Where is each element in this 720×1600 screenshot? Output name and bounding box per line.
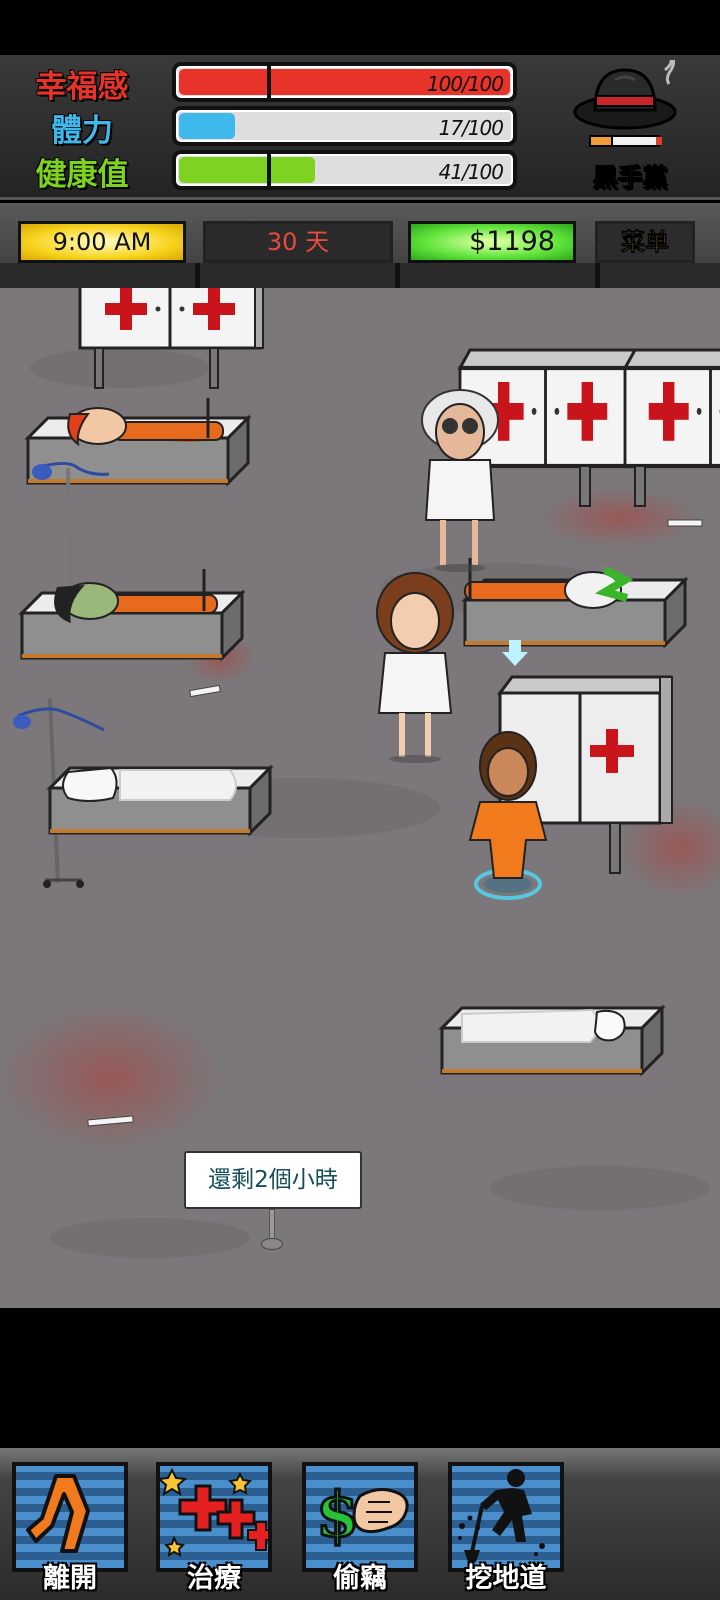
- red-cross-plus-icon: [160, 1467, 268, 1557]
- heal-button[interactable]: 治療: [152, 1456, 276, 1595]
- stamina-bar-fill: [179, 113, 235, 139]
- menu-button[interactable]: 菜单: [595, 221, 695, 263]
- leave-button[interactable]: 離開: [8, 1456, 132, 1595]
- happiness-bar-tick: [267, 66, 271, 98]
- stamina-bar: 17/100: [172, 106, 517, 146]
- happiness-value: 100/100: [426, 72, 504, 96]
- black-void: [0, 1308, 720, 1448]
- infirmary-scene[interactable]: 還剩2個小時: [0, 288, 720, 1308]
- steal-label: 偷竊: [332, 1562, 388, 1595]
- info-strip-rail: [0, 263, 720, 288]
- stamina-label: 體力: [50, 112, 114, 150]
- dollar-grab-hand-icon: $: [315, 1477, 409, 1553]
- happiness-label: 幸福感: [35, 68, 130, 106]
- dig-tunnel-button[interactable]: 挖地道: [444, 1456, 568, 1595]
- action-bar: 離開 治療 $ 偷竊 挖地道: [0, 1448, 720, 1600]
- health-bar: 41/100: [172, 150, 517, 190]
- health-bar-fill: [179, 157, 315, 183]
- status-panel: 幸福感 體力 健康值 100/100 17/100 41/100 黑手黨: [0, 55, 720, 200]
- timer-sign-post: [269, 1209, 275, 1239]
- info-strip: 9:00 AM 30 天 $1198 菜单: [0, 203, 720, 288]
- gang-label[interactable]: 黑手黨: [575, 158, 685, 194]
- leave-label: 離開: [42, 1562, 98, 1595]
- health-bar-tick: [267, 154, 271, 186]
- steal-button[interactable]: $ 偷竊: [298, 1456, 422, 1595]
- digging-man-icon: [458, 1469, 545, 1562]
- timer-sign-base: [261, 1238, 283, 1250]
- dig-tunnel-label: 挖地道: [465, 1562, 548, 1595]
- clock-display: 9:00 AM: [18, 221, 186, 263]
- stamina-value: 17/100: [438, 116, 504, 140]
- money-display: $1198: [408, 221, 576, 263]
- happiness-bar: 100/100: [172, 62, 517, 102]
- walking-legs-icon: [26, 1474, 90, 1553]
- timer-sign: 還剩2個小時: [184, 1151, 362, 1209]
- health-label: 健康值: [35, 156, 130, 194]
- heal-label: 治療: [186, 1562, 242, 1595]
- day-counter: 30 天: [203, 221, 393, 263]
- fedora-hat-cigarette-icon[interactable]: [570, 60, 690, 160]
- health-value: 41/100: [438, 160, 504, 184]
